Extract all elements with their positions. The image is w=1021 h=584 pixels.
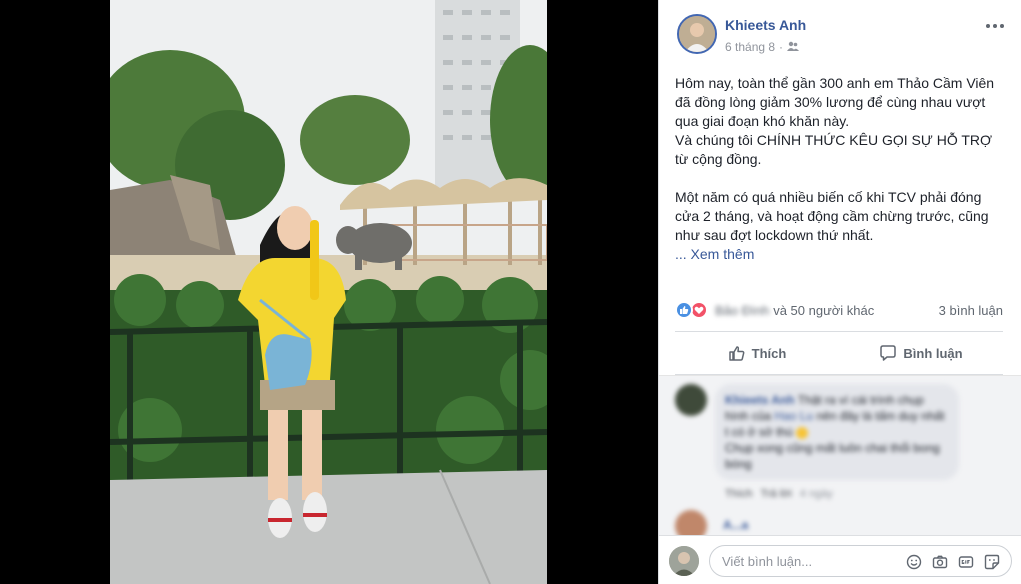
post-line: cửa 2 tháng, và hoạt động cầm chừng trướ… — [675, 208, 989, 224]
post-line: từ cộng đồng. — [675, 151, 762, 167]
like-label: Thích — [751, 345, 787, 361]
like-reaction-icon — [675, 301, 693, 319]
post-line: Hôm nay, toàn thể gần 300 anh em Thảo Cầ… — [675, 75, 995, 91]
friends-icon[interactable] — [787, 40, 800, 54]
post-panel: Khieets Anh 6 tháng 8 · Hôm nay, toàn th… — [658, 0, 1021, 584]
dot-icon — [1000, 24, 1004, 28]
photo-illustration — [110, 0, 547, 584]
comment-item: Khieets Anh Thật ra ví cái trình chụp hì… — [675, 384, 1005, 504]
comment-like-link[interactable]: Thích — [725, 488, 753, 500]
comment-label: Bình luận — [903, 345, 963, 361]
thumbs-up-icon — [728, 346, 745, 361]
sticker-button[interactable] — [983, 553, 1001, 571]
current-user-avatar — [669, 546, 699, 576]
reaction-icons[interactable] — [675, 301, 708, 319]
reactor-name: Bảo Đình — [715, 303, 770, 318]
author-avatar[interactable] — [677, 14, 717, 54]
like-button[interactable]: Thích — [675, 332, 839, 374]
commenter-avatar[interactable] — [675, 384, 707, 416]
comment-reply-link[interactable]: Trả lời — [761, 488, 792, 500]
author-name[interactable]: Khieets Anh — [725, 17, 806, 33]
smile-emoji-icon — [796, 426, 809, 439]
dot-icon — [993, 24, 997, 28]
comment-mention[interactable]: Hao Lu — [774, 409, 813, 423]
post-header: Khieets Anh 6 tháng 8 · — [675, 14, 1009, 58]
comment-text: của — [751, 409, 772, 423]
avatar-image — [679, 16, 715, 52]
comment-text: Chụp xong cũng mất luôn chai thổi bong b… — [725, 441, 940, 471]
comment-time[interactable]: 4 ngày — [800, 488, 833, 500]
comment-icon — [880, 345, 897, 361]
comment-author[interactable]: Khieets Anh — [725, 393, 795, 407]
post-line: Một năm có quá nhiều biến cố khi TCV phả… — [675, 189, 982, 205]
comment-author[interactable]: A...a — [723, 518, 748, 532]
comment-input[interactable]: Viết bình luận... — [709, 545, 1012, 577]
photo-button[interactable] — [931, 553, 949, 571]
comment-actions: Thích Trả lời 4 ngày — [725, 488, 833, 500]
comment-placeholder: Viết bình luận... — [722, 553, 813, 569]
reactor-others: và 50 người khác — [773, 303, 875, 318]
camera-icon — [932, 555, 948, 569]
gif-icon — [958, 556, 974, 568]
post-date[interactable]: 6 tháng 8 — [725, 40, 775, 54]
gif-button[interactable] — [957, 553, 975, 571]
photo-viewer — [0, 0, 658, 584]
reactions-bar: Bảo Đình và 50 người khác 3 bình luận — [675, 300, 1003, 320]
composer-tools — [905, 553, 1001, 571]
post-line: đã đồng lòng giảm 30% lương để cùng nhau… — [675, 94, 986, 110]
comment-count[interactable]: 3 bình luận — [939, 303, 1003, 318]
post-line: như sau đợt lockdown thứ nhất. — [675, 227, 874, 243]
comment-button[interactable]: Bình luận — [839, 332, 1003, 374]
emoji-button[interactable] — [905, 553, 923, 571]
post-line: qua giai đoạn khó khăn này. — [675, 113, 850, 129]
post-photo[interactable] — [110, 0, 547, 584]
post-body: Hôm nay, toàn thể gần 300 anh em Thảo Cầ… — [675, 74, 1005, 264]
post-line: Và chúng tôi CHÍNH THỨC KÊU GỌI SỰ HỖ TR… — [675, 132, 993, 148]
more-options-button[interactable] — [985, 18, 1005, 34]
see-more-link[interactable]: ... Xem thêm — [675, 246, 754, 262]
comment-bubble: Khieets Anh Thật ra ví cái trình chụp hì… — [715, 384, 959, 480]
reaction-names[interactable]: Bảo Đình và 50 người khác — [715, 303, 874, 318]
comment-composer: Viết bình luận... — [659, 535, 1021, 584]
sticker-icon — [984, 554, 1000, 570]
comment-text: sở thú — [758, 425, 793, 439]
comments-list: Khieets Anh Thật ra ví cái trình chụp hì… — [659, 375, 1021, 542]
smiley-icon — [906, 554, 922, 570]
dot-icon — [986, 24, 990, 28]
post-meta: 6 tháng 8 · — [725, 40, 800, 54]
post-actions: Thích Bình luận — [675, 331, 1003, 375]
